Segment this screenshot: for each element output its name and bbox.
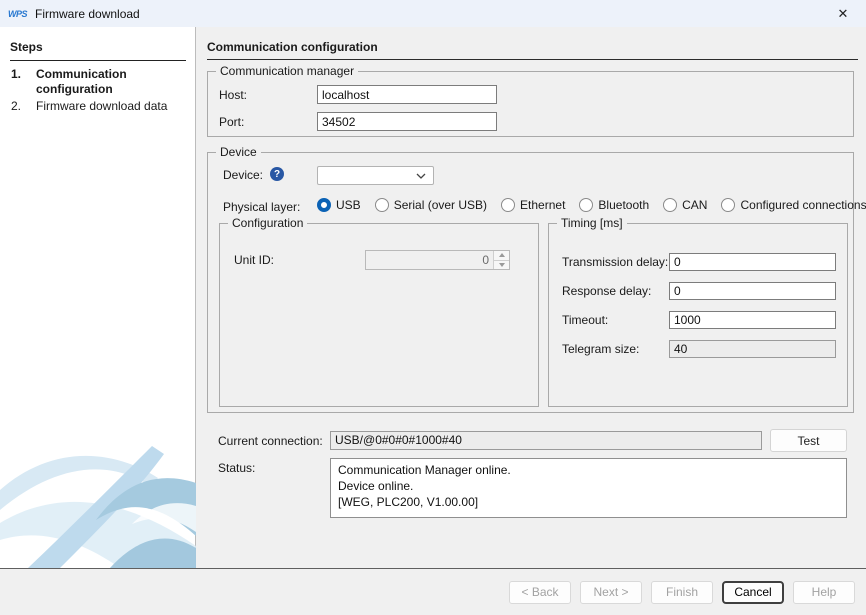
unit-id-value: 0: [482, 253, 489, 267]
wizard-footer: < Back Next > Finish Cancel Help: [0, 569, 866, 615]
next-button: Next >: [580, 580, 642, 604]
test-button[interactable]: Test: [770, 429, 847, 452]
radio-icon: [721, 198, 736, 212]
radio-icon: [501, 198, 516, 212]
device-select[interactable]: [317, 166, 434, 185]
radio-label: CAN: [682, 198, 708, 212]
cancel-button[interactable]: Cancel: [722, 580, 784, 604]
step-item-communication-configuration: 1. Communication configuration: [11, 67, 187, 97]
step-item-firmware-download-data: 2. Firmware download data: [11, 99, 187, 114]
radio-label: Bluetooth: [598, 198, 650, 212]
close-icon[interactable]: ✕: [828, 0, 858, 27]
physical-layer-label: Physical layer:: [223, 200, 301, 214]
title-bar: WPS Firmware download ✕: [0, 0, 866, 27]
steps-heading: Steps: [10, 40, 186, 61]
spin-up-icon[interactable]: [494, 251, 509, 261]
step-label: Firmware download data: [36, 99, 168, 113]
help-icon[interactable]: ?: [270, 167, 284, 181]
host-label: Host:: [219, 88, 248, 102]
timeout-label: Timeout:: [562, 313, 609, 327]
decorative-swoosh: [0, 446, 196, 568]
response-delay-input[interactable]: [669, 282, 836, 300]
main-panel: Communication configuration Communicatio…: [197, 27, 866, 568]
radio-usb[interactable]: USB: [317, 198, 361, 212]
group-legend: Communication manager: [216, 64, 359, 78]
port-input[interactable]: [317, 112, 497, 131]
radio-ethernet[interactable]: Ethernet: [501, 198, 565, 212]
transmission-delay-label: Transmission delay:: [562, 255, 669, 269]
help-button: Help: [793, 580, 855, 604]
host-input[interactable]: [317, 85, 497, 104]
radio-label: USB: [336, 198, 361, 212]
steps-sidebar: Steps 1. Communication configuration 2. …: [0, 27, 196, 568]
radio-can[interactable]: CAN: [663, 198, 707, 212]
communication-manager-group: Communication manager Host: Port:: [207, 64, 854, 137]
port-label: Port:: [219, 115, 245, 129]
radio-icon: [579, 198, 594, 212]
configuration-group: Configuration Unit ID: 0: [219, 216, 539, 407]
timing-group: Timing [ms] Transmission delay: Response…: [548, 216, 848, 407]
step-number: 1.: [11, 67, 22, 81]
device-label: Device:: [223, 168, 264, 182]
unit-id-stepper[interactable]: 0: [365, 250, 510, 270]
spin-down-icon[interactable]: [494, 260, 509, 269]
radio-checked-icon: [317, 198, 331, 212]
group-legend: Device: [216, 145, 261, 159]
unit-id-label: Unit ID:: [234, 253, 275, 267]
status-line: [WEG, PLC200, V1.00.00]: [338, 495, 479, 509]
radio-icon: [663, 198, 678, 212]
physical-layer-options: USB Serial (over USB) Ethernet Bluetooth…: [317, 198, 866, 212]
steps-list: 1. Communication configuration 2. Firmwa…: [11, 67, 187, 116]
group-legend: Timing [ms]: [557, 216, 627, 230]
radio-label: Ethernet: [520, 198, 566, 212]
telegram-size-field: [669, 340, 836, 358]
radio-label: Serial (over USB): [393, 198, 488, 212]
timeout-input[interactable]: [669, 311, 836, 329]
chevron-down-icon: [416, 173, 426, 179]
status-label: Status:: [218, 461, 256, 475]
spinner-buttons: [493, 251, 509, 269]
status-line: Device online.: [338, 479, 414, 493]
response-delay-label: Response delay:: [562, 284, 652, 298]
current-connection-label: Current connection:: [218, 434, 323, 448]
back-button: < Back: [509, 580, 571, 604]
group-legend: Configuration: [228, 216, 308, 230]
firmware-download-dialog: WPS Firmware download ✕ Steps 1. Communi…: [0, 0, 866, 615]
radio-configured-connections[interactable]: Configured connections: [721, 198, 866, 212]
status-box: Communication Manager online. Device onl…: [330, 458, 847, 518]
current-connection-field: USB/@0#0#0#1000#40: [330, 431, 762, 450]
radio-icon: [374, 198, 389, 212]
device-group: Device Device: ? Physical layer: USB Ser…: [207, 145, 866, 413]
transmission-delay-input[interactable]: [669, 253, 836, 271]
status-line: Communication Manager online.: [338, 463, 511, 477]
step-number: 2.: [11, 99, 22, 113]
radio-bluetooth[interactable]: Bluetooth: [579, 198, 649, 212]
finish-button: Finish: [651, 580, 713, 604]
telegram-size-label: Telegram size:: [562, 342, 640, 356]
wps-app-icon: WPS: [8, 8, 28, 19]
window-title: Firmware download: [35, 6, 140, 21]
page-title: Communication configuration: [207, 40, 858, 60]
step-label: Communication configuration: [36, 67, 127, 96]
radio-label: Configured connections: [740, 198, 866, 212]
radio-serial-over-usb[interactable]: Serial (over USB): [374, 198, 488, 212]
